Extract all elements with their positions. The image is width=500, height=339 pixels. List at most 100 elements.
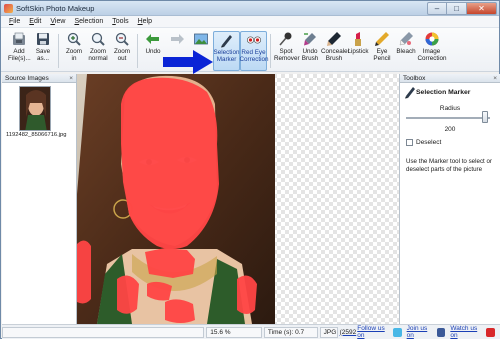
source-images-panel: Source Images × 1192482_85066716.jpg [2,74,77,324]
color-wheel-icon [423,31,441,47]
toolbox-panel: Toolbox × Selection Marker Radius 200 De… [399,74,500,324]
join-us-link[interactable]: Join us on [407,325,446,339]
status-bar: 15.6 % Time (s): 0.7 JPG (2592 Follow us… [2,324,500,339]
status-zoom: 15.6 % [206,326,262,338]
floppy-disk-icon [34,31,52,47]
status-format: JPG [319,326,338,338]
bleach-button[interactable]: Bleach [394,31,418,71]
menu-tools[interactable]: Tools [112,18,128,25]
active-tool-name: Selection Marker [416,89,471,96]
status-size: (2592 [339,328,357,336]
eye-pencil-label: Eye Pencil [373,48,391,62]
image-correction-label: Image Correction [417,48,447,62]
follow-us-link[interactable]: (2592 Follow us on [340,325,402,339]
menu-bar: File Edit View Selection Tools Help [1,16,499,28]
zoom-out-button[interactable]: Zoom out [110,31,134,71]
radius-slider-handle[interactable] [481,111,488,123]
workspace: Source Images × 1192482_85066716.jpg Too… [2,74,500,324]
toolbox-title: Toolbox [403,74,426,82]
undo-brush-icon [301,31,319,47]
window-title: SoftSkin Photo Makeup [16,3,95,13]
app-icon [4,3,13,13]
follow-us-label: Follow us on [357,325,385,339]
twitter-icon [393,327,402,337]
toolbox-close-button[interactable]: × [493,75,497,82]
bleach-icon [397,31,415,47]
toolbox-header: Toolbox × [400,74,500,83]
source-image-thumbnail[interactable] [19,86,51,131]
concealer-brush-icon [325,31,343,47]
facebook-icon [436,327,446,337]
maximize-button[interactable]: □ [447,1,467,15]
app-window: SoftSkin Photo Makeup – □ ✕ File Edit Vi… [0,0,500,339]
spot-remover-label: Spot Remover [274,48,300,62]
youtube-icon [486,327,495,337]
title-bar: SoftSkin Photo Makeup – □ ✕ [1,1,499,16]
deselect-label: Deselect [416,139,442,146]
blue-arrow-annotation [163,50,213,74]
watch-us-label: Watch us on [450,325,478,339]
menu-help[interactable]: Help [138,18,152,25]
thumbnail-filename: 1192482_85066716.jpg [6,132,67,138]
source-images-header: Source Images × [2,74,76,83]
zoom-out-icon [113,31,131,47]
save-as-button[interactable]: Save as... [31,31,55,71]
image-canvas[interactable] [77,74,399,324]
red-eye-correction-label: Red Eye Correction [239,49,269,63]
spot-remover-icon [277,31,295,47]
zoom-normal-button[interactable]: Zoom normal [86,31,110,71]
eye-pencil-icon [373,31,391,47]
toolbar-separator [58,34,59,68]
spot-remover-button[interactable]: Spot Remover [274,31,300,71]
source-images-title: Source Images [5,74,49,82]
lipstick-icon [349,31,367,47]
menu-edit[interactable]: Edit [29,18,41,25]
undo-label: Undo [145,48,161,55]
marker-pen-icon [218,32,236,48]
undo-button[interactable]: Undo [141,31,165,71]
zoom-in-label: Zoom in [65,48,83,62]
add-files-button[interactable]: Add File(s)... [7,31,31,71]
close-button[interactable]: ✕ [467,1,497,15]
deselect-option[interactable]: Deselect [406,139,441,146]
add-files-label: Add File(s)... [8,48,31,62]
eye-pencil-button[interactable]: Eye Pencil [370,31,394,71]
status-time: Time (s): 0.7 [263,326,318,338]
zoom-in-button[interactable]: Zoom in [62,31,86,71]
undo-brush-label: Undo Brush [301,48,319,62]
source-images-close-button[interactable]: × [69,75,73,82]
minimize-button[interactable]: – [427,1,447,15]
selection-marker-label: Selection Marker [213,49,240,63]
watch-us-link[interactable]: Watch us on [450,325,495,339]
tool-help-text: Use the Marker tool to select or deselec… [406,158,492,173]
window-controls: – □ ✕ [427,1,497,15]
menu-selection[interactable]: Selection [74,18,103,25]
radius-value: 200 [444,126,456,133]
zoom-out-label: Zoom out [113,48,131,62]
toolbar-separator [270,34,271,68]
red-eye-correction-button[interactable]: Red Eye Correction [239,31,269,71]
bleach-label: Bleach [396,48,416,55]
red-eye-icon [245,32,263,48]
image-correction-button[interactable]: Image Correction [417,31,447,71]
join-us-label: Join us on [406,325,428,339]
concealer-brush-button[interactable]: Concealer Brush [321,31,350,71]
radius-slider-track[interactable] [406,117,490,119]
zoom-normal-label: Zoom normal [88,48,108,62]
lipstick-button[interactable]: Lipstick [346,31,370,71]
menu-view[interactable]: View [50,18,65,25]
menu-file[interactable]: File [9,18,20,25]
save-as-label: Save as... [35,48,51,62]
main-toolbar: Add File(s)... Save as... Zoom in Zoom n… [1,28,499,72]
status-empty-pane [2,326,205,338]
deselect-checkbox[interactable] [406,139,413,146]
undo-arrow-icon [144,31,162,47]
redo-arrow-icon [168,31,186,47]
undo-brush-button[interactable]: Undo Brush [298,31,322,71]
toolbar-separator [137,34,138,68]
selection-marker-button[interactable]: Selection Marker [213,31,240,71]
lipstick-label: Lipstick [347,48,369,55]
photo-with-selection [77,74,275,324]
zoom-normal-icon [89,31,107,47]
zoom-in-icon [65,31,83,47]
